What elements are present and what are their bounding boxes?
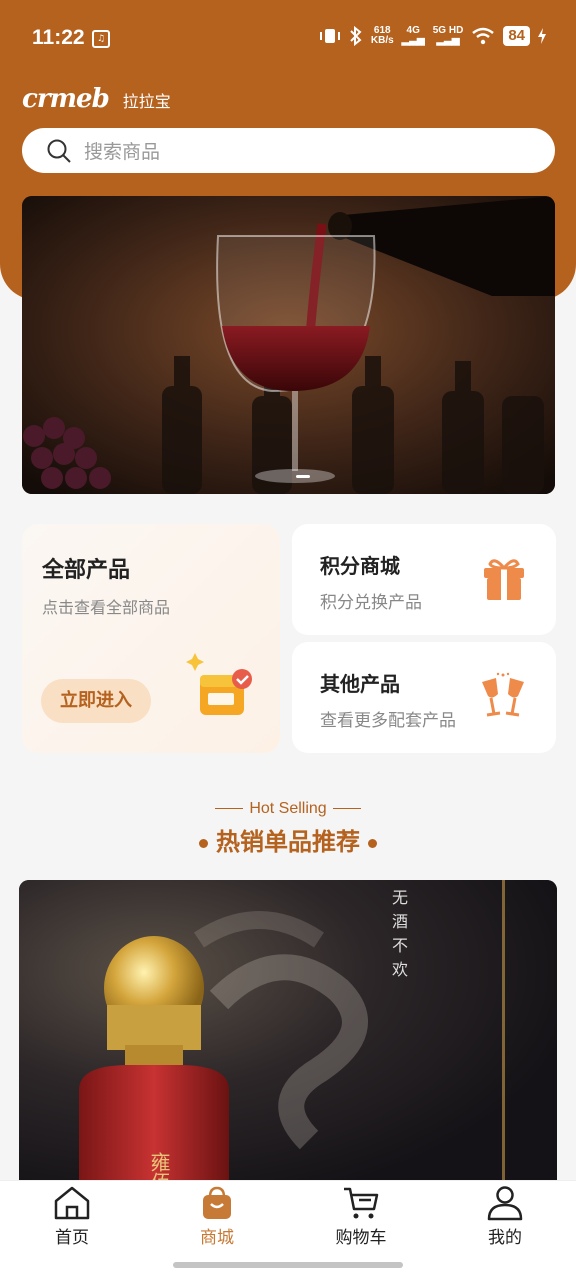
wine-glasses-icon <box>482 672 524 717</box>
charging-icon <box>538 28 546 44</box>
tab-home-label: 首页 <box>55 1228 89 1248</box>
tab-shop-label: 商城 <box>200 1228 234 1248</box>
gift-box-icon <box>186 653 252 715</box>
section-title-en-text: Hot Selling <box>249 800 327 817</box>
points-mall-title: 积分商城 <box>320 554 400 578</box>
battery-level: 84 <box>503 26 530 46</box>
signal-bars-icon: ▂▃▅ <box>401 35 425 46</box>
home-icon <box>54 1186 90 1220</box>
tab-shop[interactable]: 商城 <box>167 1185 267 1248</box>
brand-name: 拉拉宝 <box>122 92 171 111</box>
category-cards: 全部产品 点击查看全部商品 立即进入 积分商城 积分兑换产品 其他产品 查看更多… <box>22 524 556 754</box>
brand-header: crmeb 拉拉宝 <box>22 84 171 114</box>
other-products-subtitle: 查看更多配套产品 <box>320 711 456 731</box>
signal-bars-icon: ▂▃▅ <box>436 35 460 46</box>
wifi-icon <box>472 27 495 45</box>
signal-4g: 4G ▂▃▅ <box>402 26 425 46</box>
user-icon <box>487 1186 523 1221</box>
promo-slogan: 无酒不欢 <box>392 888 409 979</box>
all-products-subtitle: 点击查看全部商品 <box>42 598 171 617</box>
tab-profile-label: 我的 <box>488 1228 522 1248</box>
status-indicators: 618 KB/s 4G ▂▃▅ 5G HD ▂▃▅ 84 <box>319 26 546 46</box>
banner-image <box>22 196 555 494</box>
notification-icon: ♫ <box>92 30 110 48</box>
status-bar: 11:22 ♫ 618 KB/s 4G ▂▃▅ 5G HD ▂▃▅ 84 <box>0 0 576 76</box>
tab-cart-label: 购物车 <box>335 1228 387 1248</box>
enter-now-button[interactable]: 立即进入 <box>41 679 151 723</box>
tab-profile[interactable]: 我的 <box>455 1185 555 1248</box>
net-speed-unit: KB/s <box>370 35 394 46</box>
signal-5g: 5G HD ▂▃▅ <box>433 26 464 46</box>
points-mall-subtitle: 积分兑换产品 <box>320 593 422 613</box>
cart-icon <box>344 1187 379 1219</box>
status-time: 11:22 <box>32 26 85 49</box>
promo-image: 雍佰 <box>19 880 557 1180</box>
other-products-card[interactable]: 其他产品 查看更多配套产品 <box>292 642 556 753</box>
gift-icon <box>484 559 524 600</box>
other-products-title: 其他产品 <box>320 672 400 696</box>
vibrate-icon <box>319 29 340 43</box>
bluetooth-icon <box>350 26 362 46</box>
net-speed: 618 KB/s <box>371 26 394 46</box>
bottle-label: 雍佰 <box>147 1152 171 1180</box>
home-indicator[interactable] <box>173 1262 403 1268</box>
section-title-cn-text: 热销单品推荐 <box>216 828 360 856</box>
search-placeholder: 搜索商品 <box>84 141 161 163</box>
brand-logo: crmeb <box>22 84 110 114</box>
hot-selling-section-title: Hot Selling 热销单品推荐 <box>0 800 576 857</box>
tab-cart[interactable]: 购物车 <box>311 1185 411 1248</box>
tab-home[interactable]: 首页 <box>22 1185 122 1248</box>
all-products-card[interactable]: 全部产品 点击查看全部商品 立即进入 <box>22 524 280 753</box>
search-bar[interactable]: 搜索商品 <box>22 128 555 173</box>
promo-banner[interactable]: 雍佰 无酒不欢 <box>19 880 557 1180</box>
points-mall-card[interactable]: 积分商城 积分兑换产品 <box>292 524 556 635</box>
section-title-en: Hot Selling <box>0 800 576 818</box>
all-products-title: 全部产品 <box>42 558 131 583</box>
search-icon <box>47 139 71 163</box>
section-title-cn: 热销单品推荐 <box>0 822 576 857</box>
banner-carousel[interactable] <box>22 196 555 494</box>
shop-bag-icon <box>203 1186 231 1219</box>
